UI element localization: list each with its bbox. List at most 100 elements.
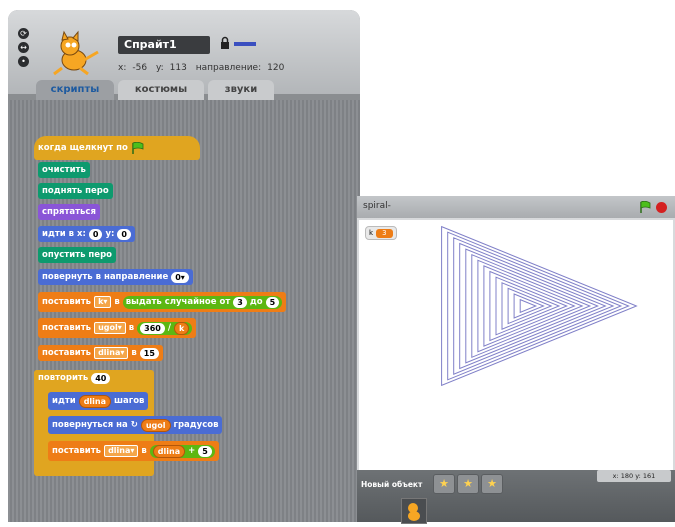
sprite-coordinates: x: -56 y: 113 направление: 120 <box>118 63 290 73</box>
sprite-cat-icon <box>53 30 99 76</box>
set-k-block[interactable]: поставить k▾ в выдать случайное от 3 до … <box>38 292 287 312</box>
tab-costumes[interactable]: костюмы <box>118 80 204 100</box>
turn-suffix: градусов <box>173 420 219 430</box>
add-operator: + <box>188 445 196 456</box>
set-ugol-variable: ugol <box>98 323 118 332</box>
direction-value: 120 <box>267 63 285 73</box>
sprite-name-field[interactable]: Спрайт1 <box>118 36 210 54</box>
tab-sounds[interactable]: звуки <box>208 80 274 100</box>
turn-block[interactable]: повернуться на ↻ ugol градусов <box>48 416 223 434</box>
add-b-input[interactable]: 5 <box>198 445 212 457</box>
pick-random-block[interactable]: выдать случайное от 3 до 5 <box>122 295 283 309</box>
random-to-input[interactable]: 5 <box>265 296 280 308</box>
x-label: x: <box>118 63 127 73</box>
set-ugol-variable-dropdown[interactable]: ugol▾ <box>94 322 126 334</box>
direction-input[interactable]: 0▾ <box>171 271 189 283</box>
stage[interactable]: k 3 <box>359 220 673 470</box>
flip-style-button[interactable]: ↔ <box>18 42 29 53</box>
move-suffix: шагов <box>114 396 145 406</box>
hat-label: когда щелкнут по <box>38 143 128 153</box>
set-dlina-block[interactable]: поставить dlina▾ в 15 <box>38 345 163 361</box>
go-to-x-input[interactable]: 0 <box>88 228 103 240</box>
project-title: spiral- <box>363 201 391 211</box>
rotate-style-button[interactable]: ⟳ <box>18 28 29 39</box>
set-dlina2-to: в <box>141 446 147 456</box>
stage-titlebar: spiral- <box>357 196 675 218</box>
go-to-xy-block[interactable]: идти в x: 0 y: 0 <box>38 226 135 242</box>
spiral-path <box>441 225 638 387</box>
green-flag-icon <box>132 142 144 154</box>
set-k-variable: k <box>98 297 104 306</box>
green-flag-icon[interactable] <box>639 201 651 213</box>
mouse-y: y: 161 <box>635 472 656 480</box>
move-variable[interactable]: dlina <box>78 394 112 408</box>
when-flag-clicked-block[interactable]: когда щелкнут по <box>34 136 200 160</box>
move-label: идти <box>52 396 76 406</box>
pen-down-block[interactable]: опустить перо <box>38 247 116 263</box>
set-dlina-variable-dropdown[interactable]: dlina▾ <box>94 347 129 359</box>
add-a-variable[interactable]: dlina <box>152 444 186 458</box>
sprite-info-header: ⟳ ↔ • Спрайт1 x: -56 y: 113 направление: 12… <box>8 10 360 100</box>
stage-window: spiral- k 3 Новый объект ★ ★ ★ x: 180 y:… <box>357 196 675 524</box>
mouse-coordinates: x: 180 y: 161 <box>597 470 671 482</box>
stop-sign-icon[interactable] <box>656 202 667 213</box>
sprite-cat-thumbnail-icon <box>408 503 420 521</box>
new-sprite-label: Новый объект <box>361 480 423 489</box>
direction-indicator <box>234 42 256 46</box>
sprite-thumbnail[interactable] <box>401 498 427 524</box>
hide-label: спрятаться <box>42 207 96 217</box>
set-dlina2-variable-dropdown[interactable]: dlina▾ <box>104 445 139 457</box>
go-to-y-label: y: <box>105 229 115 239</box>
move-steps-block[interactable]: идти dlina шагов <box>48 392 149 410</box>
y-value: 113 <box>169 63 187 73</box>
pen-down-label: опустить перо <box>42 250 112 260</box>
set-k-label: поставить <box>42 297 92 307</box>
lock-icon[interactable] <box>220 36 230 50</box>
set-dlina-add-block[interactable]: поставить dlina▾ в dlina + 5 <box>48 441 219 461</box>
pen-up-label: поднять перо <box>42 186 109 196</box>
set-dlina-variable: dlina <box>98 348 121 357</box>
spiral-drawing <box>441 225 638 387</box>
set-ugol-label: поставить <box>42 323 92 333</box>
random-from-input[interactable]: 3 <box>233 296 247 308</box>
divide-a-input[interactable]: 360 <box>140 322 165 334</box>
set-dlina-label: поставить <box>42 348 92 358</box>
set-dlina-input[interactable]: 15 <box>139 347 159 359</box>
set-dlina2-variable: dlina <box>108 446 131 455</box>
y-label: y: <box>155 63 164 73</box>
paint-sprite-button[interactable]: ★ <box>433 474 455 494</box>
direction-input-value: 0 <box>175 272 181 282</box>
point-label: повернуть в направление <box>42 272 169 282</box>
set-k-variable-dropdown[interactable]: k▾ <box>94 296 112 308</box>
set-dlina2-label: поставить <box>52 446 102 456</box>
no-rotate-button[interactable]: • <box>18 56 29 67</box>
pen-up-block[interactable]: поднять перо <box>38 183 113 199</box>
go-to-y-input[interactable]: 0 <box>117 228 131 240</box>
mouse-x: x: 180 <box>612 472 634 480</box>
add-block[interactable]: dlina + 5 <box>149 444 215 458</box>
turn-variable[interactable]: ugol <box>140 418 171 432</box>
sprite-panel: Новый объект ★ ★ ★ x: 180 y: 161 <box>357 470 675 524</box>
random-sprite-button[interactable]: ★ <box>481 474 503 494</box>
turn-clockwise-icon: ↻ <box>130 420 138 430</box>
divide-b-variable[interactable]: k <box>173 321 190 335</box>
set-ugol-to: в <box>128 323 135 333</box>
hide-block[interactable]: спрятаться <box>38 204 100 220</box>
random-to-label: до <box>249 296 263 307</box>
clear-block[interactable]: очистить <box>38 162 90 178</box>
repeat-label: повторить <box>38 373 89 383</box>
point-in-direction-block[interactable]: повернуть в направление 0▾ <box>38 269 193 285</box>
tab-scripts[interactable]: скрипты <box>36 80 114 100</box>
clear-label: очистить <box>42 165 86 175</box>
pick-random-label: выдать случайное от <box>125 296 231 307</box>
go-to-label: идти в x: <box>42 229 86 239</box>
set-k-to: в <box>114 297 120 307</box>
divide-block[interactable]: 360 / k <box>137 321 193 335</box>
divide-operator: / <box>167 322 171 333</box>
set-dlina-to: в <box>131 348 137 358</box>
repeat-count-input[interactable]: 40 <box>91 372 111 384</box>
direction-label: направление: <box>195 63 262 73</box>
set-ugol-block[interactable]: поставить ugol▾ в 360 / k <box>38 318 197 338</box>
choose-sprite-button[interactable]: ★ <box>457 474 479 494</box>
repeat-block[interactable]: повторить 40 <box>34 370 115 386</box>
